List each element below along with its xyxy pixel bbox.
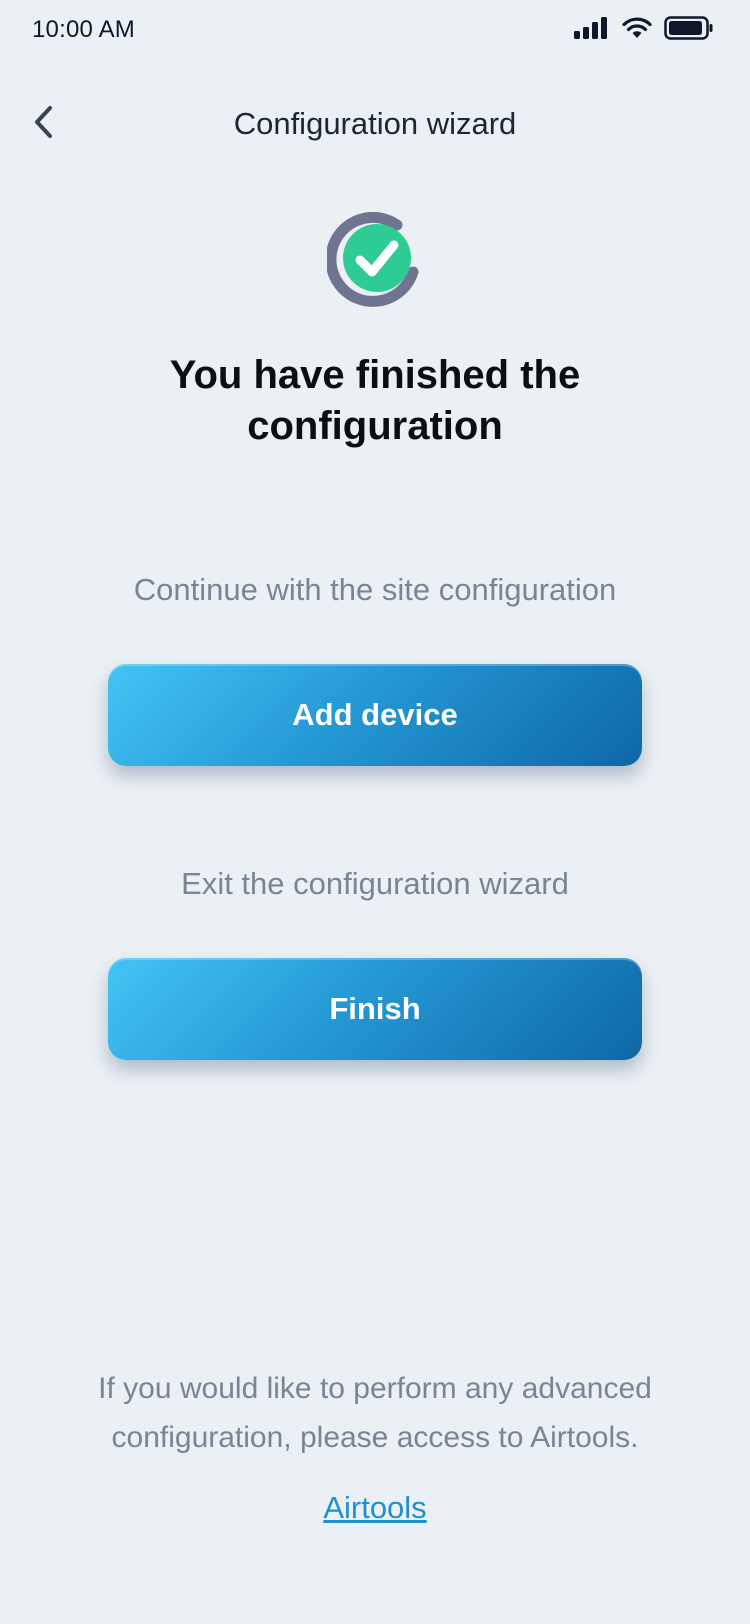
- cellular-signal-icon: [574, 17, 610, 39]
- exit-prompt: Exit the configuration wizard: [181, 866, 569, 901]
- airtools-link[interactable]: Airtools: [323, 1490, 426, 1525]
- status-bar: 10:00 AM: [0, 0, 750, 62]
- finished-title: You have finished the configuration: [169, 353, 581, 448]
- wifi-icon: [622, 17, 652, 39]
- status-icons: [574, 16, 714, 40]
- screen: 10:00 AM Configuration wizard You have f…: [0, 0, 750, 1624]
- header: Configuration wizard: [0, 88, 750, 160]
- battery-icon: [664, 16, 714, 40]
- advanced-config-text: If you would like to perform any advance…: [98, 1372, 652, 1454]
- airtools-link-container: Airtools: [0, 1490, 750, 1526]
- continue-prompt: Continue with the site configuration: [133, 572, 617, 607]
- status-time: 10:00 AM: [32, 16, 136, 43]
- check-circle-icon: [325, 211, 423, 308]
- add-device-button[interactable]: Add device: [108, 664, 642, 766]
- page-title: Configuration wizard: [233, 106, 517, 141]
- finish-button[interactable]: Finish: [108, 958, 642, 1060]
